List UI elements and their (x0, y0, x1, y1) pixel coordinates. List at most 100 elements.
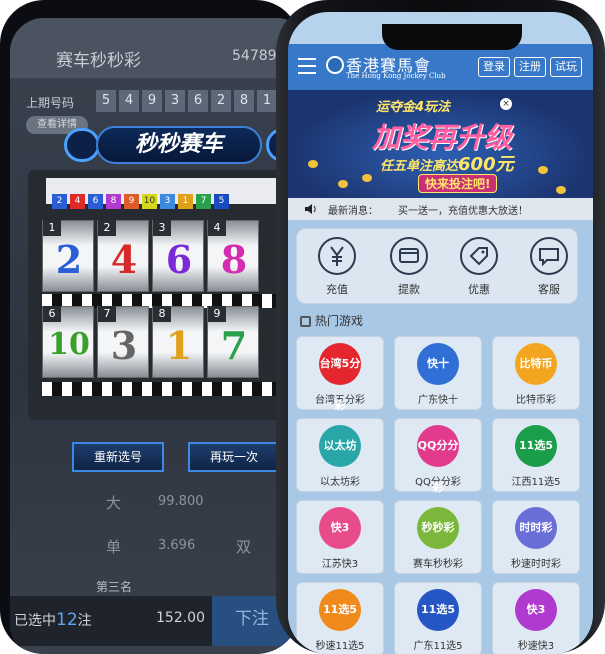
tag-icon (460, 237, 498, 275)
mini-number: 2 (52, 194, 67, 209)
selected-count: 12 (56, 610, 78, 630)
game-label: 以太坊彩 (320, 477, 360, 488)
menu-icon[interactable] (298, 58, 316, 74)
last-number: 4 (119, 90, 139, 112)
game-icon: 11选5 (319, 589, 361, 631)
logo-en: The Hong Kong Jockey Club (346, 72, 446, 80)
reel-row-top: 12 24 36 48 (42, 220, 259, 292)
last-period-label: 上期号码 (26, 96, 75, 110)
last-number: 3 (165, 90, 185, 112)
reel: 97 (207, 306, 259, 378)
service-action[interactable]: 客服 (521, 237, 577, 297)
coin-icon (538, 166, 548, 174)
game-icon: 比特币 (515, 343, 557, 385)
mini-number: 3 (160, 194, 175, 209)
mini-number: 9 (124, 194, 139, 209)
helmet-icon (64, 128, 100, 162)
quick-action-label: 充值 (326, 283, 348, 296)
game-tile[interactable]: QQ分分彩QQ分分彩 (394, 418, 482, 494)
coin-icon (338, 180, 348, 188)
recharge-action[interactable]: 充值 (309, 237, 365, 297)
login-button[interactable]: 登录 (478, 57, 510, 77)
mini-number: 6 (88, 194, 103, 209)
coin-icon (556, 186, 566, 194)
game-tile[interactable]: 时时彩 秒速时时彩 (492, 500, 580, 574)
game-icon: 以太坊 (319, 425, 361, 467)
selected-summary: 已选中12注 (14, 610, 92, 630)
game-label: 广东11选5 (413, 641, 463, 652)
last-number: 6 (188, 90, 208, 112)
trial-button[interactable]: 试玩 (550, 57, 582, 77)
banner-sub: 任五单注高达600元 (380, 154, 514, 175)
banner-amount: 600元 (458, 154, 514, 175)
mini-numbers: 2 4 6 8 9 10 3 1 7 5 (52, 194, 229, 209)
coin-icon (308, 160, 318, 168)
replay-button[interactable]: 再玩一次 (188, 442, 280, 472)
last-number: 5 (96, 90, 116, 112)
last-number: 1 (257, 90, 277, 112)
amount: 152.00 (156, 610, 205, 626)
promo-banner[interactable]: 运夺金4玩法 × 加奖再升级 任五单注高达600元 快来投注吧! (288, 90, 593, 198)
game-icon: 快十 (417, 343, 459, 385)
cube-icon (300, 316, 311, 327)
reel-row-bottom: 6 10 73 81 97 (42, 306, 259, 378)
last-number: 2 (211, 90, 231, 112)
game-tile[interactable]: 11选5 秒速11选5 (296, 582, 384, 654)
game-icon: QQ分分彩 (417, 425, 459, 494)
row-small-value: 3.696 (158, 538, 196, 553)
game-tile[interactable]: 11选5 广东11选5 (394, 582, 482, 654)
jockey-club-logo-icon (326, 56, 344, 74)
notch (382, 24, 522, 50)
withdraw-action[interactable]: 提款 (381, 237, 437, 297)
row-big-label: 大 (106, 494, 122, 512)
game-tile[interactable]: 秒秒彩 赛车秒秒彩 (394, 500, 482, 574)
game-tile[interactable]: 快3 江苏快3 (296, 500, 384, 574)
game-tile[interactable]: 11选5 江西11选5 (492, 418, 580, 492)
game-label: 江苏快3 (321, 559, 359, 570)
third-label: 第三名 (96, 580, 133, 594)
close-icon[interactable]: × (500, 98, 512, 110)
back-id: 54789 (232, 48, 277, 64)
banner-cta: 快来投注吧! (418, 174, 498, 193)
quick-actions: 充值 提款 优惠 客服 (296, 228, 578, 304)
game-icon: 台湾5分彩 (319, 343, 361, 412)
banner-tag: 运夺金4玩法 (376, 100, 451, 115)
game-icon: 时时彩 (515, 507, 557, 549)
game-icon: 11选5 (515, 425, 557, 467)
quick-action-label: 客服 (538, 283, 560, 296)
quick-action-label: 提款 (398, 283, 420, 296)
coin-icon (362, 174, 372, 182)
last-numbers: 5 4 9 3 6 2 8 1 (96, 90, 277, 112)
game-label: 广东快十 (418, 395, 458, 406)
front-phone: 香港賽馬會 The Hong Kong Jockey Club 登录 注册 试玩… (276, 0, 605, 654)
row-small-label: 单 (106, 538, 122, 556)
notice-label: 最新消息： (328, 206, 378, 217)
game-label: 江西11选5 (511, 477, 561, 488)
mini-number: 4 (70, 194, 85, 209)
reselect-button[interactable]: 重新选号 (72, 442, 164, 472)
main-content: 充值 提款 优惠 客服 热门游戏 台湾5分彩 快十 广东快十 比特币 比特币彩 … (288, 220, 593, 654)
mockup-stage: 赛车秒秒彩 54789 上期号码 5 4 9 3 6 2 8 1 查看详情 大 … (0, 0, 605, 654)
game-tile[interactable]: 比特币 比特币彩 (492, 336, 580, 410)
game-tile[interactable]: 快十 广东快十 (394, 336, 482, 410)
game-icon: 快3 (319, 507, 361, 549)
quick-action-label: 优惠 (468, 283, 490, 296)
notice-text: 买一送一，充值优惠大放送！ (398, 206, 528, 217)
game-tile[interactable]: 台湾5分彩台湾五分彩 (296, 336, 384, 412)
register-button[interactable]: 注册 (514, 57, 546, 77)
row-small-right: 双 (236, 538, 252, 556)
notice-bar: 最新消息： 买一送一，充值优惠大放送！ (288, 198, 593, 220)
back-phone: 赛车秒秒彩 54789 上期号码 5 4 9 3 6 2 8 1 查看详情 大 … (0, 0, 300, 654)
app-header: 香港賽馬會 The Hong Kong Jockey Club 登录 注册 试玩 (288, 44, 593, 90)
game-tile[interactable]: 以太坊 以太坊彩 (296, 418, 384, 492)
game-tile[interactable]: 快3 秒速快3 (492, 582, 580, 654)
game-icon: 快3 (515, 589, 557, 631)
game-label: 秒速快3 (517, 641, 555, 652)
last-number: 9 (142, 90, 162, 112)
game-label: 秒速11选5 (315, 641, 365, 652)
game-icon: 秒秒彩 (417, 507, 459, 549)
game-label: 秒速时时彩 (511, 559, 561, 570)
promo-action[interactable]: 优惠 (451, 237, 507, 297)
reel: 24 (97, 220, 149, 292)
reel: 81 (152, 306, 204, 378)
